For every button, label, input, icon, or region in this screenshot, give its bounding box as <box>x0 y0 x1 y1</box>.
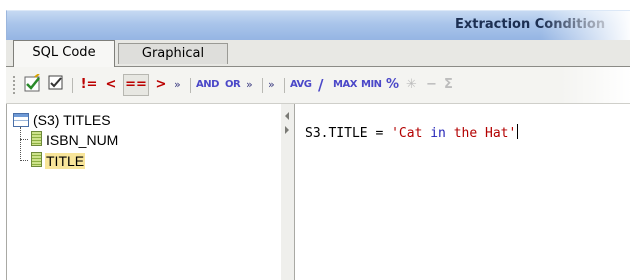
asterisk-button[interactable]: ✳ <box>406 74 417 96</box>
toolbar-grip[interactable] <box>12 75 16 95</box>
sql-token: the Hat' <box>445 126 517 141</box>
splitter-arrows-icon[interactable] <box>284 112 290 142</box>
tab-graphical[interactable]: Graphical <box>118 43 228 64</box>
divide-button[interactable]: / <box>318 74 323 96</box>
tab-strip: SQL Code Graphical <box>6 40 630 67</box>
text-caret <box>517 124 519 139</box>
less-than-button[interactable]: < <box>102 74 120 96</box>
max-button[interactable]: MAX <box>333 74 357 96</box>
check-syntax-icon[interactable] <box>46 74 66 96</box>
title-bar: Extraction Condition <box>6 10 630 41</box>
percent-button[interactable]: % <box>386 74 399 96</box>
sql-expression[interactable]: S3.TITLE = 'Cat in the Hat' <box>305 124 519 141</box>
validate-icon[interactable] <box>22 73 44 96</box>
table-label: (S3) TITLES <box>33 112 111 128</box>
toolbar: != < == > » AND OR » » AVG / MAX MIN % ✳… <box>6 67 630 104</box>
more-button[interactable]: » <box>268 74 275 96</box>
splitter[interactable] <box>281 104 295 280</box>
sql-editor[interactable]: S3.TITLE = 'Cat in the Hat' <box>295 104 630 280</box>
column-icon <box>31 131 42 146</box>
more-operators-button[interactable]: » <box>174 74 181 96</box>
column-label: ISBN_NUM <box>46 132 119 148</box>
extraction-condition-window: Extraction Condition SQL Code Graphical … <box>0 0 630 280</box>
sum-button[interactable]: Σ <box>444 74 453 96</box>
or-button[interactable]: OR <box>225 74 241 96</box>
and-button[interactable]: AND <box>196 74 219 96</box>
column-icon <box>31 152 42 167</box>
minus-button[interactable]: − <box>426 74 437 96</box>
avg-button[interactable]: AVG <box>290 74 312 96</box>
column-label-selected: TITLE <box>45 153 86 169</box>
table-icon <box>13 113 29 127</box>
tab-sql-code[interactable]: SQL Code <box>13 40 115 67</box>
sql-token: 'Cat <box>391 126 431 141</box>
equal-button[interactable]: == <box>123 74 149 96</box>
not-equal-button[interactable]: != <box>78 74 100 96</box>
min-button[interactable]: MIN <box>361 74 382 96</box>
greater-than-button[interactable]: > <box>152 74 170 96</box>
sql-token: S3.TITLE = <box>305 126 392 141</box>
more-logic-button[interactable]: » <box>246 74 253 96</box>
sql-token: in <box>430 126 446 141</box>
schema-tree-panel: (S3) TITLES ISBN_NUM TITLE <box>6 104 282 280</box>
